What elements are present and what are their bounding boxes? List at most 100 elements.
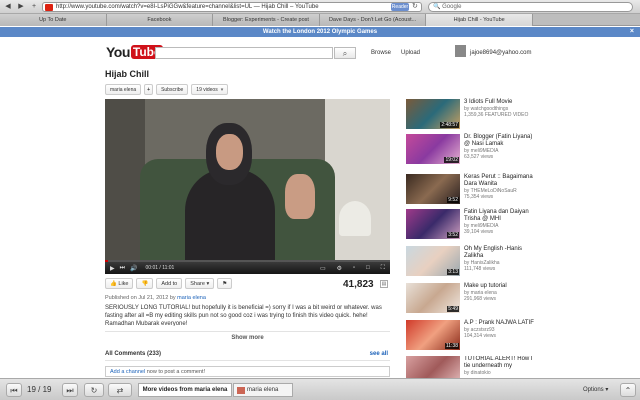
next-icon[interactable]: ⏭ xyxy=(120,265,125,272)
tab-facebook[interactable]: Facebook xyxy=(106,14,214,26)
add-channel-link[interactable]: Add a channel xyxy=(110,369,145,375)
share-button[interactable]: Share ▾ xyxy=(185,278,215,289)
logo-you: You xyxy=(106,44,130,60)
tab-hijab-chill[interactable]: Hijab Chill - YouTube xyxy=(426,14,533,26)
options-label: Options xyxy=(583,387,604,393)
forward-arrow-icon[interactable]: ▶ xyxy=(16,2,26,12)
user-email[interactable]: jajoe8694@yahoo.com xyxy=(470,50,531,56)
avatar[interactable] xyxy=(455,45,466,57)
browse-link[interactable]: Browse xyxy=(371,50,391,56)
like-button[interactable]: 👍 Like xyxy=(105,278,134,289)
small-player-icon[interactable]: ▫ xyxy=(353,265,355,272)
related-title[interactable]: Keras Perut :: Bagaimana Dara Wanita xyxy=(464,174,536,188)
video-thumbnail[interactable]: 3:13 xyxy=(406,246,460,276)
chevron-down-icon: ▾ xyxy=(605,387,609,393)
related-video-item[interactable]: 19:02 Dr. Blogger (Fatin Liyana) @ Nasi … xyxy=(406,134,536,164)
reader-button[interactable]: Reader xyxy=(391,3,409,11)
related-video-item[interactable]: 3:52 Fatin Liyana dan Daiyan Trisha @ MH… xyxy=(406,209,536,239)
video-count-dropdown[interactable]: 19 videos ▾ xyxy=(191,84,229,95)
video-thumbnail[interactable] xyxy=(406,356,460,378)
video-thumbnail[interactable]: 2:48:57 xyxy=(406,99,460,129)
subscribe-plus-icon[interactable]: + xyxy=(144,84,154,95)
time-readout: 00:01 / 11:01 xyxy=(145,265,175,271)
shuffle-button[interactable]: ⇄ xyxy=(108,383,132,397)
related-video-item[interactable]: 9:52 Keras Perut :: Bagaimana Dara Wanit… xyxy=(406,174,536,204)
search-icon: ⌕ xyxy=(342,49,348,58)
related-title[interactable]: Oh My English -Hanis Zalikha xyxy=(464,246,536,260)
page-title: Hijab Chill xyxy=(105,69,150,79)
youtube-search-input[interactable] xyxy=(155,47,333,59)
related-video-item[interactable]: 5:49 Make up tutorial by maria elena 291,9… xyxy=(406,283,536,313)
next-page-button[interactable]: ⏭ xyxy=(62,383,78,397)
dislike-button[interactable]: 👎 xyxy=(136,278,154,289)
back-arrow-icon[interactable]: ◀ xyxy=(3,2,13,12)
address-bar[interactable]: http://www.youtube.com/watch?v=e8I-LsPiG… xyxy=(42,2,422,12)
related-video-item[interactable]: 2:48:57 3 Idiots Full Movie by watchgoodt… xyxy=(406,99,536,129)
related-channel: by dinatokio xyxy=(464,370,491,376)
video-wall-left xyxy=(105,99,145,262)
upload-link[interactable]: Upload xyxy=(401,50,420,56)
related-views: 1,359,36 FEATURED VIDEO xyxy=(464,112,529,118)
related-views: 111,748 views xyxy=(464,266,496,272)
player-controls: ▶ ⏭ 🔊 00:01 / 11:01 ▭ ⚙ ▫ □ ⛶ xyxy=(105,262,390,274)
related-video-item[interactable]: TUTORIAL ALERT! How I tie underneath my b… xyxy=(406,356,536,378)
tab-up-to-date[interactable]: Up To Date xyxy=(0,14,107,26)
duration-badge: 5:49 xyxy=(447,306,459,312)
comments-title: All Comments (233) xyxy=(105,351,162,357)
video-count-label: 19 videos xyxy=(196,87,218,93)
related-title[interactable]: Make up tutorial xyxy=(464,283,536,290)
skip-back-icon: ⏮ xyxy=(10,386,18,395)
tab-dave-days[interactable]: Dave Days - Don't Let Go (Acoust... xyxy=(319,14,427,26)
video-player[interactable] xyxy=(105,99,390,262)
tab-blogger[interactable]: Blogger: Experiments - Create post xyxy=(213,14,320,26)
published-channel-link[interactable]: maria elena xyxy=(177,295,206,301)
gear-icon[interactable]: ⚙ xyxy=(337,265,342,272)
collapse-button[interactable]: ⌃ xyxy=(620,383,636,397)
fullscreen-icon[interactable]: ⛶ xyxy=(381,265,385,272)
comment-input[interactable]: Add a channel now to post a comment! xyxy=(105,366,390,377)
related-title[interactable]: A.P : Prank NAJWA LATIF xyxy=(464,320,536,327)
large-player-icon[interactable]: □ xyxy=(366,265,370,272)
add-tab-icon[interactable]: + xyxy=(29,2,39,12)
video-lamp xyxy=(339,201,371,236)
related-video-item[interactable]: 11:38 A.P : Prank NAJWA LATIF by aczstsrz… xyxy=(406,320,536,350)
video-thumbnail[interactable]: 11:38 xyxy=(406,320,460,350)
captions-icon[interactable]: ▭ xyxy=(320,265,326,272)
address-url: http://www.youtube.com/watch?v=e8I-LsPiG… xyxy=(56,4,319,10)
video-thumbnail[interactable]: 19:02 xyxy=(406,134,460,164)
related-title[interactable]: Fatin Liyana dan Daiyan Trisha @ MHI xyxy=(464,209,536,223)
related-title[interactable]: Dr. Blogger (Fatin Liyana) @ Nasi Lamak xyxy=(464,134,536,148)
related-title[interactable]: 3 Idiots Full Movie xyxy=(464,99,536,106)
olympic-banner[interactable]: Watch the London 2012 Olympic Games × xyxy=(0,27,640,37)
channel-name-button[interactable]: maria elena xyxy=(105,84,142,95)
chevron-up-icon: ⌃ xyxy=(624,386,632,395)
play-icon[interactable]: ▶ xyxy=(110,265,115,272)
prev-page-button[interactable]: ⏮ xyxy=(6,383,22,397)
show-more-button[interactable]: Show more xyxy=(105,331,390,341)
close-icon[interactable]: × xyxy=(630,27,634,37)
like-label: Like xyxy=(118,281,129,287)
related-views: 291,968 views xyxy=(464,296,496,302)
subscribe-button[interactable]: Subscribe xyxy=(156,84,189,95)
video-thumbnail[interactable]: 5:49 xyxy=(406,283,460,313)
related-views: 104,314 views xyxy=(464,333,496,339)
add-to-button[interactable]: Add to xyxy=(156,278,183,289)
browser-search-input[interactable]: 🔍 Google xyxy=(428,2,633,12)
action-row: 👍 Like 👎 Add to Share ▾ ⚑ xyxy=(105,278,233,289)
share-label: Share xyxy=(190,281,205,287)
video-thumbnail[interactable]: 9:52 xyxy=(406,174,460,204)
channel-chip[interactable]: maria elena xyxy=(233,383,293,397)
loop-button[interactable]: ↻ xyxy=(84,383,104,397)
video-person-hand xyxy=(285,174,315,219)
stats-icon[interactable]: ▤ xyxy=(380,280,388,288)
options-menu[interactable]: Options ▾ xyxy=(583,386,608,393)
search-button[interactable]: ⌕ xyxy=(334,47,356,59)
video-thumbnail[interactable]: 3:52 xyxy=(406,209,460,239)
volume-icon[interactable]: 🔊 xyxy=(130,265,137,272)
related-title[interactable]: TUTORIAL ALERT! How I tie underneath my xyxy=(464,356,536,370)
see-all-link[interactable]: see all xyxy=(370,351,388,357)
reload-icon[interactable]: ↻ xyxy=(412,2,418,10)
flag-button[interactable]: ⚑ xyxy=(217,278,233,289)
more-videos-tab[interactable]: More videos from maria elena xyxy=(138,383,232,397)
related-video-item[interactable]: 3:13 Oh My English -Hanis Zalikha by Hani… xyxy=(406,246,536,276)
